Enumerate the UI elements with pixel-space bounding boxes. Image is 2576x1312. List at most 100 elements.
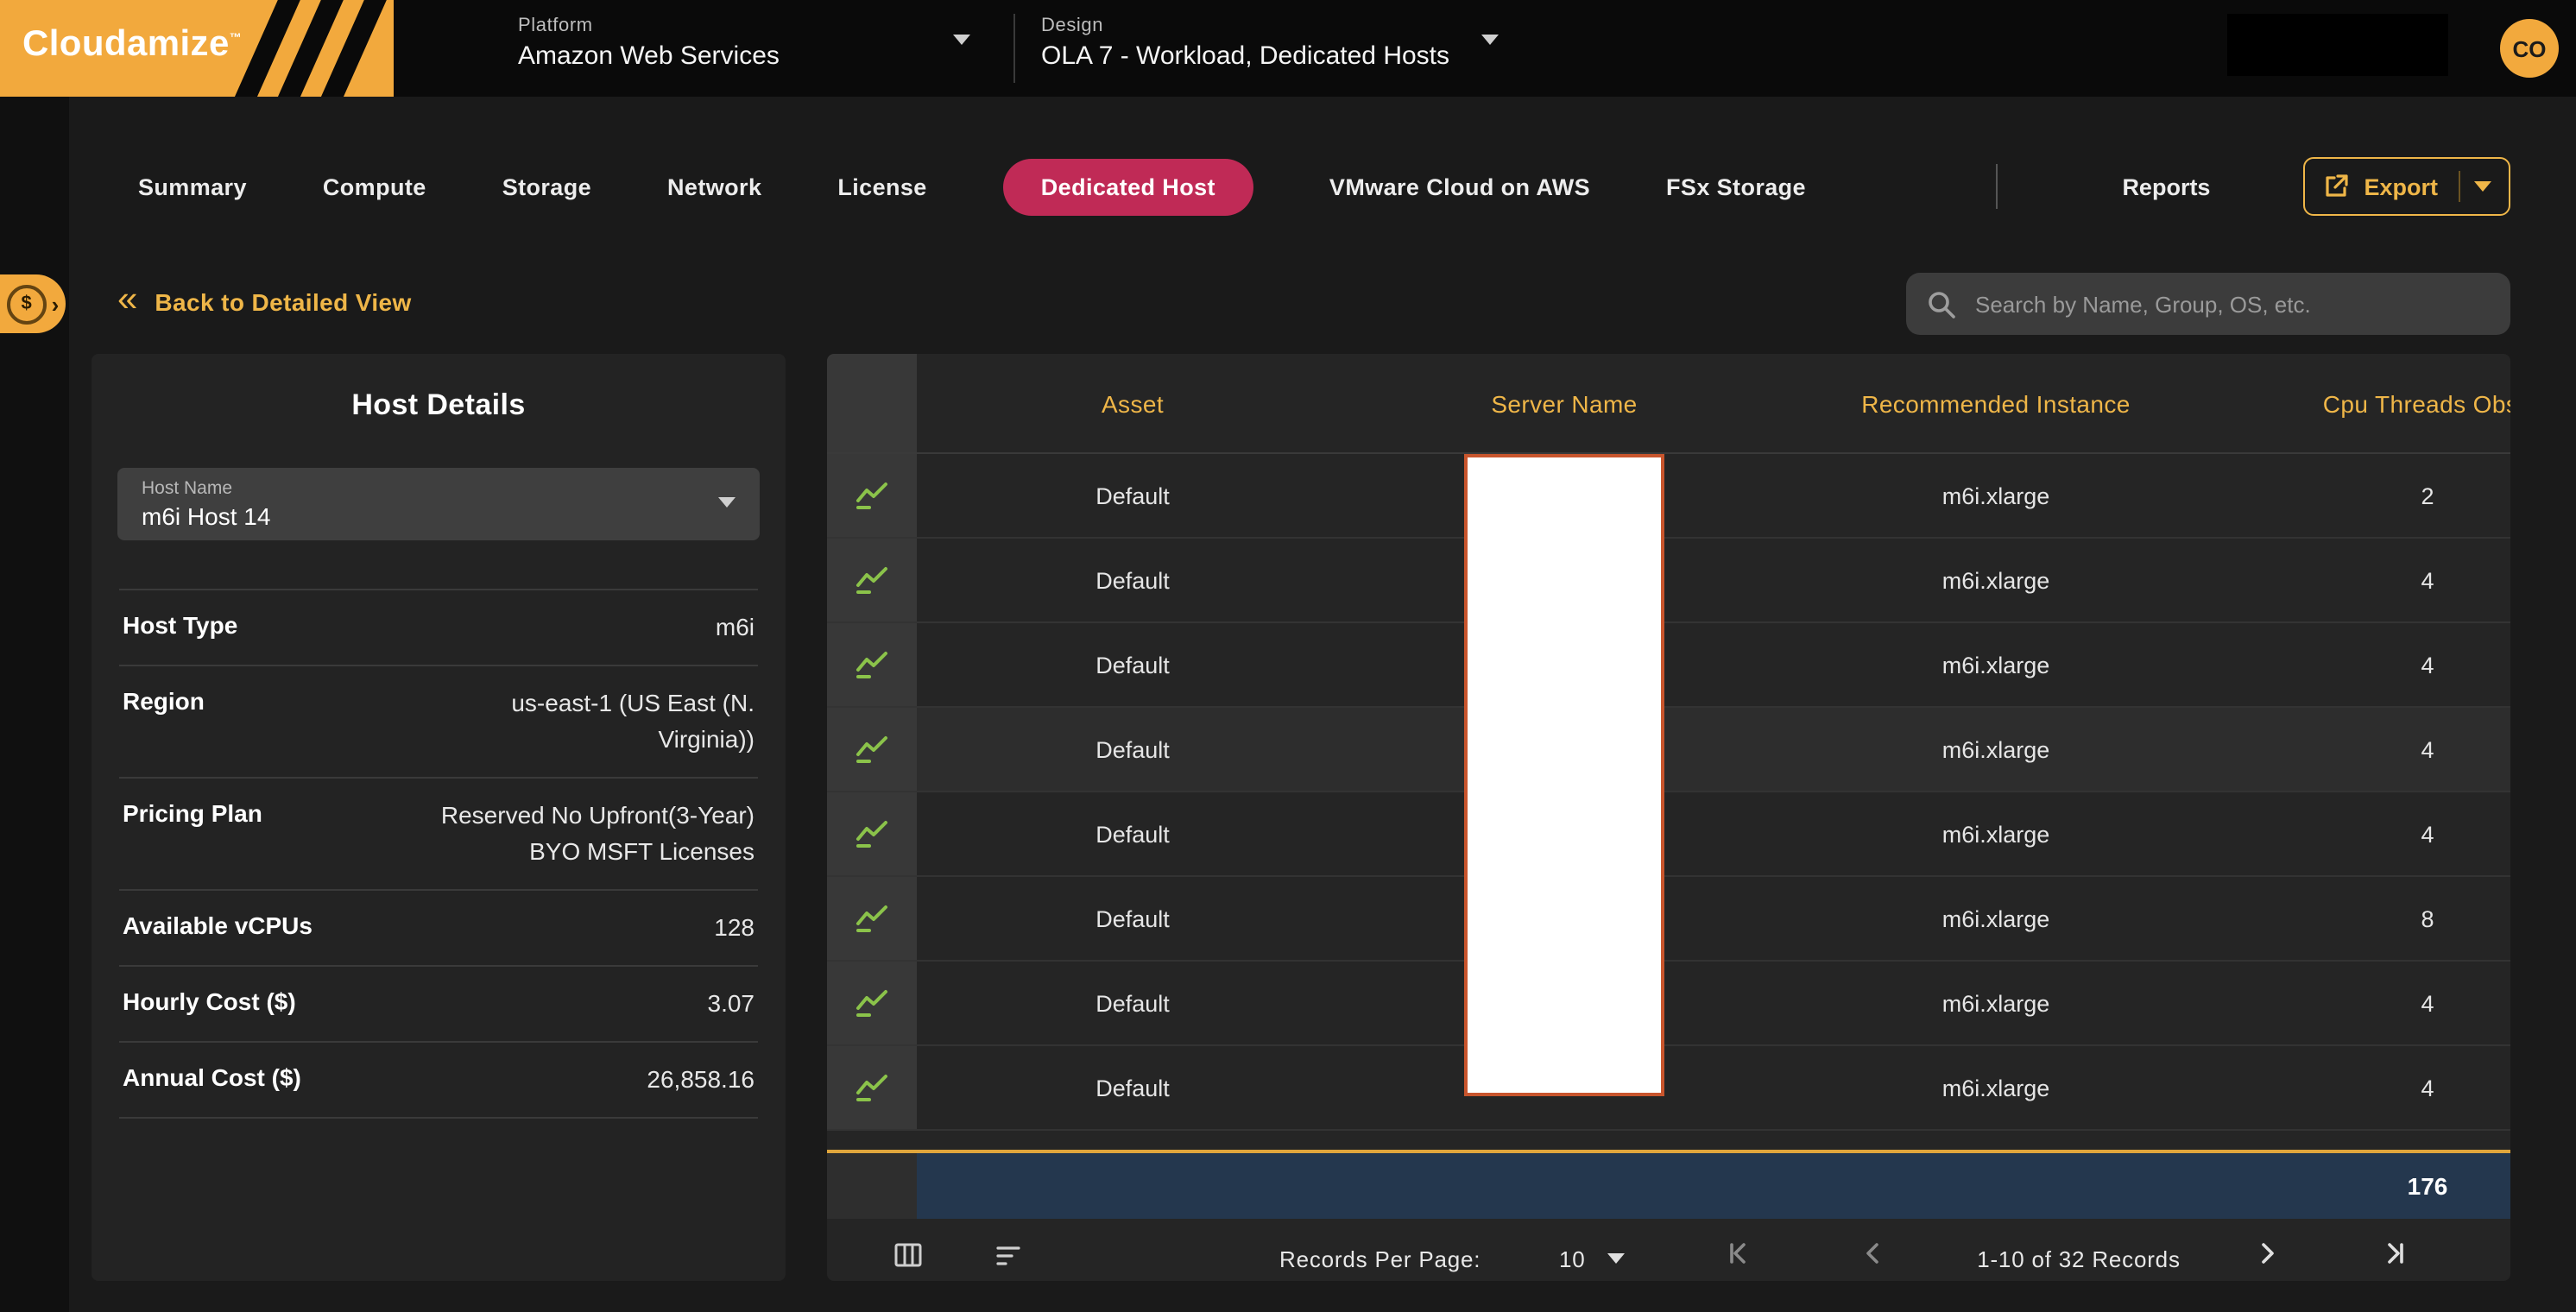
total-asset-cell [917, 1153, 1348, 1219]
tab-vmware-cloud-on-aws[interactable]: VMware Cloud on AWS [1329, 173, 1590, 199]
table-row[interactable]: Default m6i.xlarge 4 [827, 623, 2510, 708]
table-row[interactable]: Default m6i.xlarge 4 [827, 962, 2510, 1046]
recommended-instance-cell: m6i.xlarge [1780, 1046, 2212, 1129]
table-row[interactable]: Default m6i.xlarge 4 [827, 1046, 2510, 1131]
tab-compute[interactable]: Compute [323, 173, 426, 199]
last-page-button[interactable] [2381, 1239, 2409, 1276]
redacted-header-box [2227, 14, 2448, 76]
next-page-button[interactable] [2253, 1239, 2281, 1276]
host-detail-region: Region us-east-1 (US East (N. Virginia)) [119, 665, 758, 777]
design-caret-icon[interactable] [1481, 35, 1499, 45]
recommended-instance-cell: m6i.xlarge [1780, 454, 2212, 537]
column-settings-icon[interactable] [893, 1239, 924, 1279]
search-bar[interactable] [1906, 273, 2510, 335]
chart-icon[interactable] [827, 708, 917, 791]
search-icon [1927, 289, 1956, 319]
platform-select[interactable]: Platform Amazon Web Services [518, 16, 780, 85]
user-avatar[interactable]: CO [2500, 19, 2559, 78]
chart-icon[interactable] [827, 877, 917, 960]
asset-cell: Default [917, 1046, 1348, 1129]
export-split-divider [2459, 171, 2460, 202]
dollar-icon: $ [7, 284, 47, 324]
tab-reports[interactable]: Reports [2122, 173, 2210, 199]
host-detail-pricing-plan: Pricing Plan Reserved No Upfront(3-Year)… [119, 777, 758, 889]
chart-icon[interactable] [827, 792, 917, 875]
tab-fsx-storage[interactable]: FSx Storage [1666, 173, 1806, 199]
pagination-range-label: 1-10 of 32 Records [1935, 1246, 2222, 1272]
export-caret-icon[interactable] [2474, 181, 2491, 192]
cpu-threads-cell: 4 [2212, 792, 2510, 875]
search-input[interactable] [1972, 289, 2490, 319]
platform-caret-icon[interactable] [953, 35, 970, 45]
chart-icon[interactable] [827, 454, 917, 537]
host-detail-hourly-cost: Hourly Cost ($) 3.07 [119, 965, 758, 1041]
host-detail-host-type: Host Type m6i [119, 589, 758, 665]
cost-panel-toggle[interactable]: $ › [0, 274, 66, 333]
tab-summary[interactable]: Summary [138, 173, 247, 199]
first-page-button[interactable] [1725, 1239, 1752, 1276]
column-header-cpu-threads[interactable]: Cpu Threads Obse [2212, 354, 2510, 452]
back-to-detailed-view-link[interactable]: « Back to Detailed View [117, 287, 412, 318]
dedicated-host-table-card: Asset Server Name Recommended Instance C… [827, 354, 2510, 1281]
chevron-down-icon [718, 497, 736, 508]
back-link-label: Back to Detailed View [155, 288, 411, 316]
asset-cell: Default [917, 539, 1348, 621]
column-header-server-name[interactable]: Server Name [1348, 354, 1780, 452]
chart-icon[interactable] [827, 1046, 917, 1129]
asset-cell: Default [917, 792, 1348, 875]
chart-icon[interactable] [827, 962, 917, 1044]
host-name-select[interactable]: Host Name m6i Host 14 [117, 468, 760, 540]
table-header-row: Asset Server Name Recommended Instance C… [827, 354, 2510, 454]
table-body: Default m6i.xlarge 2 Default m6i.xlarge … [827, 454, 2510, 1131]
tab-license[interactable]: License [837, 173, 926, 199]
wrap-text-icon[interactable] [993, 1239, 1024, 1279]
design-value: OLA 7 - Workload, Dedicated Hosts [1041, 41, 1449, 71]
top-header: Cloudamize™ Platform Amazon Web Services… [0, 0, 2576, 97]
table-row[interactable]: Default m6i.xlarge 4 [827, 708, 2510, 792]
chart-icon[interactable] [827, 623, 917, 706]
cpu-threads-cell: 4 [2212, 962, 2510, 1044]
table-row[interactable]: Default m6i.xlarge 2 [827, 454, 2510, 539]
table-row[interactable]: Default m6i.xlarge 4 [827, 539, 2510, 623]
cpu-threads-cell: 4 [2212, 539, 2510, 621]
cpu-threads-cell: 4 [2212, 708, 2510, 791]
recommended-instance-cell: m6i.xlarge [1780, 792, 2212, 875]
tab-storage[interactable]: Storage [502, 173, 591, 199]
asset-cell: Default [917, 623, 1348, 706]
table-row[interactable]: Default m6i.xlarge 4 [827, 792, 2510, 877]
cloudamize-logo[interactable]: Cloudamize™ [0, 0, 394, 97]
asset-cell: Default [917, 962, 1348, 1044]
export-button[interactable]: Export [2303, 157, 2510, 216]
table-footer: Records Per Page: 10 1-10 of 32 Records [827, 1219, 2510, 1281]
recommended-instance-cell: m6i.xlarge [1780, 877, 2212, 960]
recommended-instance-cell: m6i.xlarge [1780, 623, 2212, 706]
brand-name: Cloudamize™ [22, 24, 242, 66]
chevron-right-icon: › [52, 293, 60, 315]
chart-icon[interactable] [827, 539, 917, 621]
asset-cell: Default [917, 877, 1348, 960]
header-divider [1013, 14, 1015, 83]
column-header-recommended-instance[interactable]: Recommended Instance [1780, 354, 2212, 452]
host-name-label: Host Name [142, 478, 736, 499]
cpu-threads-cell: 2 [2212, 454, 2510, 537]
asset-cell: Default [917, 454, 1348, 537]
total-server-cell [1348, 1153, 1780, 1219]
column-header-asset[interactable]: Asset [917, 354, 1348, 452]
cpu-threads-cell: 8 [2212, 877, 2510, 960]
total-row-icon-cell [827, 1153, 917, 1219]
design-select[interactable]: Design OLA 7 - Workload, Dedicated Hosts [1041, 16, 1449, 85]
nav-divider [1996, 164, 1998, 209]
export-label: Export [2364, 173, 2438, 199]
records-per-page-value[interactable]: 10 [1559, 1246, 1586, 1272]
platform-label: Platform [518, 16, 780, 36]
server-name-redaction-overlay [1464, 454, 1664, 1096]
table-header-icon-cell [827, 354, 917, 452]
tab-dedicated-host[interactable]: Dedicated Host [1003, 158, 1253, 215]
previous-page-button[interactable] [1859, 1239, 1887, 1276]
table-total-row: 176 [827, 1150, 2510, 1219]
records-per-page-caret-icon[interactable] [1607, 1253, 1625, 1264]
table-row[interactable]: Default m6i.xlarge 8 [827, 877, 2510, 962]
trademark-symbol: ™ [230, 33, 242, 45]
tab-network[interactable]: Network [667, 173, 761, 199]
recommended-instance-cell: m6i.xlarge [1780, 708, 2212, 791]
